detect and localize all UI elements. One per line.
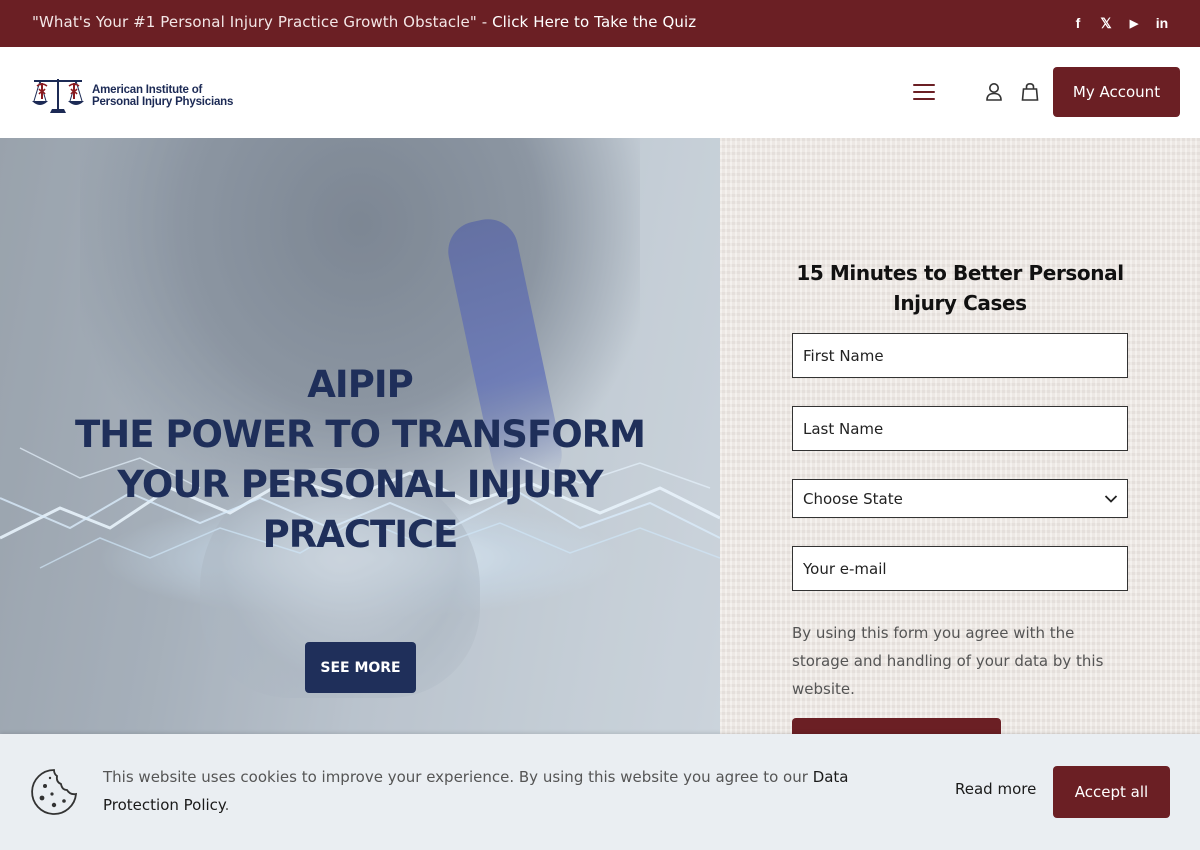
scales-caduceus-logo-icon — [32, 79, 84, 113]
email-placeholder: Your e-mail — [803, 559, 887, 578]
hero-line-3: YOUR PERSONAL INJURY — [117, 463, 603, 506]
accept-all-button[interactable]: Accept all — [1053, 766, 1170, 818]
see-more-button[interactable]: SEE MORE — [305, 642, 416, 693]
cookie-text: This website uses cookies to improve you… — [103, 768, 813, 786]
menu-icon[interactable] — [913, 84, 935, 100]
email-field[interactable]: Your e-mail — [792, 546, 1128, 591]
site-header: American Institute of Personal Injury Ph… — [0, 47, 1200, 138]
top-announcement-bar: "What's Your #1 Personal Injury Practice… — [0, 0, 1200, 47]
facebook-icon[interactable]: f — [1070, 12, 1086, 34]
last-name-placeholder: Last Name — [803, 419, 884, 438]
cookie-text-end: . — [224, 796, 230, 814]
logo-line-1: American Institute of — [92, 84, 203, 96]
chevron-down-icon — [1104, 495, 1118, 503]
form-title: 15 Minutes to Better Personal Injury Cas… — [796, 261, 1124, 315]
last-name-field[interactable]: Last Name — [792, 406, 1128, 451]
state-selected-value: Choose State — [803, 489, 903, 508]
hero-headline: AIPIP THE POWER TO TRANSFORM YOUR PERSON… — [40, 360, 680, 560]
logo-line-2: Personal Injury Physicians — [92, 96, 234, 108]
consent-text: By using this form you agree with the st… — [792, 624, 1104, 698]
hero-line-1: AIPIP — [307, 363, 413, 406]
first-name-field[interactable]: First Name — [792, 333, 1128, 378]
first-name-placeholder: First Name — [803, 346, 884, 365]
hero-line-4: PRACTICE — [262, 513, 459, 556]
logo-wordmark: American Institute of Personal Injury Ph… — [92, 84, 233, 108]
cookie-icon — [31, 769, 78, 815]
x-twitter-icon[interactable]: 𝕏 — [1098, 12, 1114, 34]
youtube-icon[interactable]: ▶ — [1126, 12, 1142, 34]
quiz-link[interactable]: Click Here to Take the Quiz — [492, 13, 696, 31]
user-icon[interactable] — [985, 82, 1003, 102]
state-select[interactable]: Choose State — [792, 479, 1128, 518]
quiz-promo-link[interactable]: "What's Your #1 Personal Injury Practice… — [32, 13, 696, 31]
cookie-consent-bar: This website uses cookies to improve you… — [0, 734, 1200, 850]
promo-text: "What's Your #1 Personal Injury Practice… — [32, 13, 493, 31]
hero-line-2: THE POWER TO TRANSFORM — [75, 413, 646, 456]
linkedin-icon[interactable]: in — [1154, 12, 1170, 34]
bag-icon[interactable] — [1021, 82, 1039, 102]
hero-section: AIPIP THE POWER TO TRANSFORM YOUR PERSON… — [0, 138, 720, 750]
my-account-button[interactable]: My Account — [1053, 67, 1180, 117]
social-links: f 𝕏 ▶ in — [1070, 12, 1170, 34]
signup-form-panel: 15 Minutes to Better Personal Injury Cas… — [720, 138, 1200, 758]
read-more-link[interactable]: Read more — [955, 780, 1036, 798]
site-logo[interactable]: American Institute of Personal Injury Ph… — [30, 75, 233, 117]
cookie-message: This website uses cookies to improve you… — [103, 763, 863, 819]
